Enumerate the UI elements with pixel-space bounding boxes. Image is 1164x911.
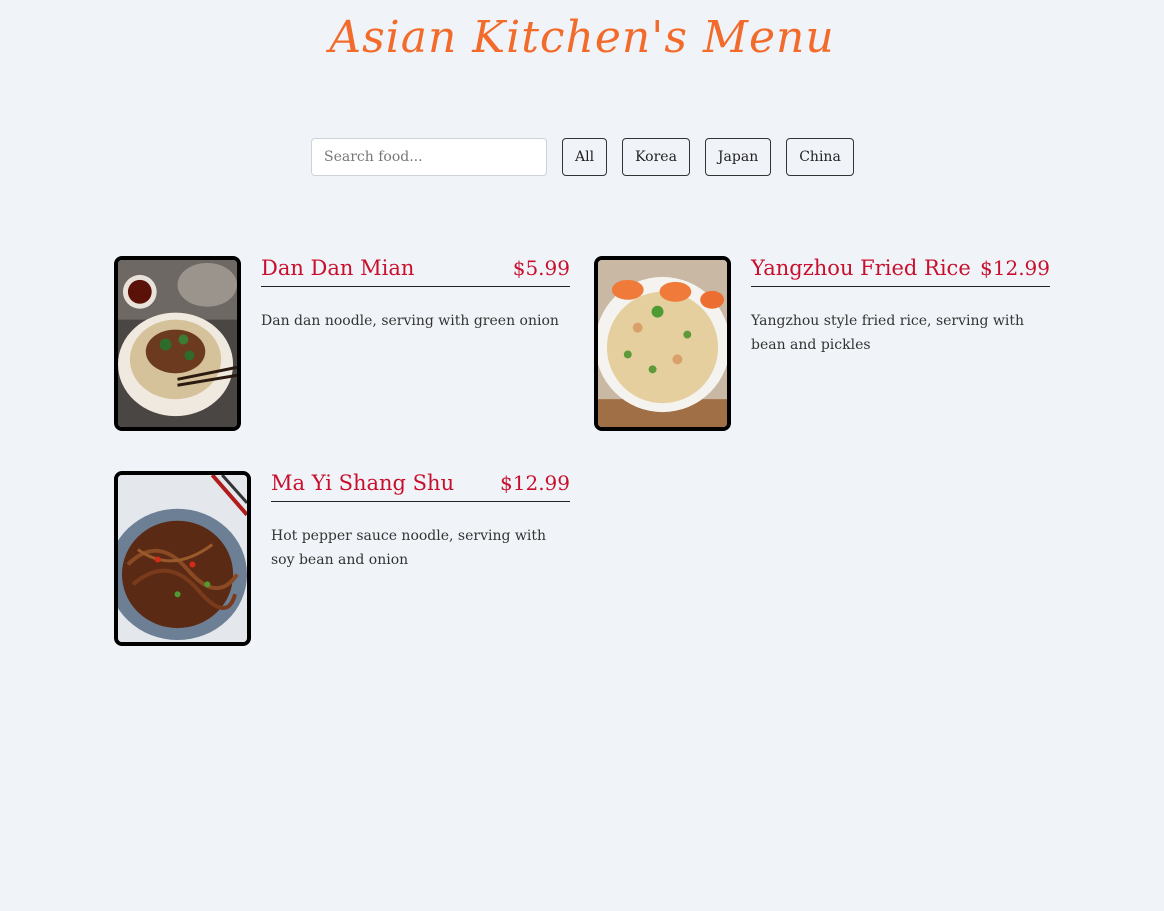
menu-item-ma-yi-shang-shu: Ma Yi Shang Shu $12.99 Hot pepper sauce … (114, 471, 570, 646)
glass-noodle-photo (114, 471, 251, 646)
menu-item-dan-dan-mian: Dan Dan Mian $5.99 Dan dan noodle, servi… (114, 256, 570, 431)
menu-item-details: Yangzhou Fried Rice $12.99 Yangzhou styl… (751, 256, 1050, 431)
menu-item-price: $5.99 (512, 256, 570, 280)
filter-bar: All Korea Japan China (311, 138, 854, 176)
menu-item-description: Dan dan noodle, serving with green onion (261, 313, 559, 329)
menu-item-name: Yangzhou Fried Rice (751, 256, 971, 280)
page-title: Asian Kitchen's Menu (329, 12, 835, 63)
menu-item-details: Ma Yi Shang Shu $12.99 Hot pepper sauce … (271, 471, 570, 646)
filter-korea-button[interactable]: Korea (622, 138, 690, 176)
menu-item-description: Hot pepper sauce noodle, serving with so… (271, 528, 547, 568)
fried-rice-photo (594, 256, 731, 431)
filter-china-button[interactable]: China (786, 138, 854, 176)
filter-japan-button[interactable]: Japan (704, 138, 772, 176)
menu-item-description: Yangzhou style fried rice, serving with … (751, 313, 1025, 353)
filter-all-button[interactable]: All (562, 138, 608, 176)
menu-item-yangzhou-fried-rice: Yangzhou Fried Rice $12.99 Yangzhou styl… (594, 256, 1050, 431)
menu-item-price: $12.99 (980, 256, 1050, 280)
menu-item-header: Yangzhou Fried Rice $12.99 (751, 256, 1050, 287)
menu-item-price: $12.99 (500, 471, 570, 495)
search-input[interactable] (311, 138, 547, 176)
menu-item-name: Ma Yi Shang Shu (271, 471, 455, 495)
menu-item-header: Ma Yi Shang Shu $12.99 (271, 471, 570, 502)
menu-item-details: Dan Dan Mian $5.99 Dan dan noodle, servi… (261, 256, 570, 431)
dan-dan-noodle-photo (114, 256, 241, 431)
menu-item-header: Dan Dan Mian $5.99 (261, 256, 570, 287)
menu-item-name: Dan Dan Mian (261, 256, 415, 280)
